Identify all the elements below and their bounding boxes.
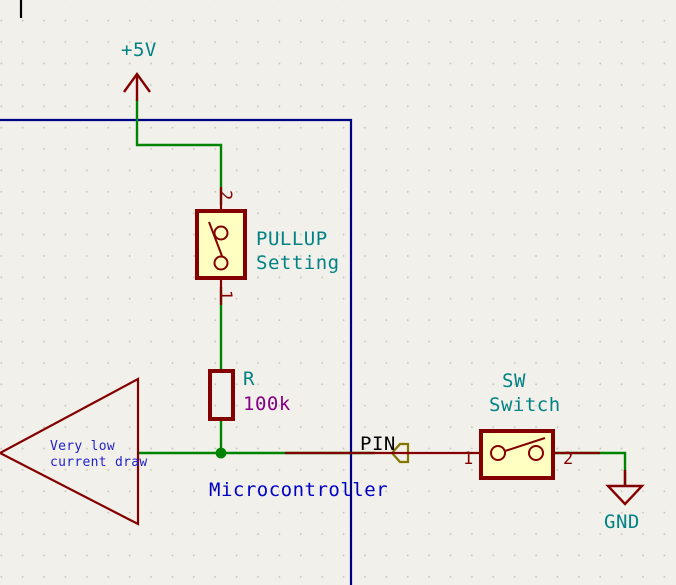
sw-value-label[interactable]: Switch [489, 394, 561, 417]
gnd-label[interactable]: GND [604, 511, 640, 534]
resistor-reference-label[interactable]: R [243, 368, 255, 391]
sw-pin-2-number: 2 [563, 449, 574, 469]
current-draw-note-line2: current draw [50, 455, 148, 470]
sw-reference-label[interactable]: SW [502, 370, 526, 393]
microcontroller-sheet-border [0, 118, 353, 585]
plus-5v-label[interactable]: +5V [121, 39, 157, 62]
current-draw-note-line1: Very low [50, 439, 116, 454]
pullup-reference-label[interactable]: PULLUP [256, 228, 328, 251]
microcontroller-sheet-label[interactable]: Microcontroller [209, 479, 388, 502]
wire-junction-dot [215, 447, 227, 459]
schematic-canvas[interactable]: +5V 2 1 PULLUP Setting R 100k Very low c… [0, 0, 676, 585]
wire-5v-to-pullup [135, 100, 223, 205]
pullup-pin-2-number: 2 [215, 190, 235, 201]
resistor-body [208, 369, 235, 421]
pullup-switch-body [195, 209, 247, 280]
resistor-value-label[interactable]: 100k [243, 393, 291, 416]
pin-net-label[interactable]: PIN [360, 433, 396, 456]
gnd-triangle-icon [605, 484, 645, 506]
pullup-value-label[interactable]: Setting [256, 252, 340, 275]
sw-pin-1-number: 1 [463, 449, 474, 469]
pullup-pin-1-number: 1 [215, 290, 235, 301]
